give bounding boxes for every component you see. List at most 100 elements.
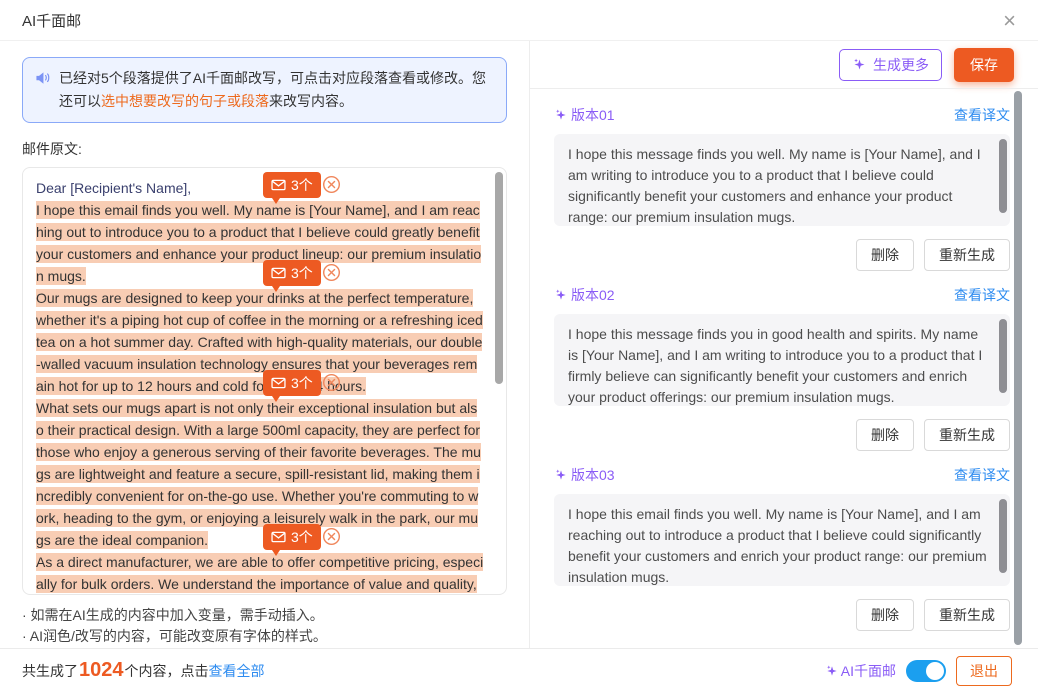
version-text-box[interactable]: I hope this email finds you well. My nam… — [554, 494, 1010, 586]
versions-panel-scrollbar[interactable] — [1014, 91, 1022, 645]
version-text: I hope this message finds you well. My n… — [568, 144, 988, 226]
generated-count: 1024 — [79, 659, 124, 682]
dismiss-badge-icon-4[interactable] — [322, 527, 341, 546]
highlighted-paragraph-2[interactable]: Our mugs are designed to keep your drink… — [36, 289, 483, 395]
version-text-box[interactable]: I hope this message finds you well. My n… — [554, 134, 1010, 226]
envelope-icon — [271, 377, 286, 389]
version-label-text: 版本03 — [571, 465, 615, 485]
version-card-head: 版本03 查看译文 — [554, 465, 1010, 485]
envelope-icon — [271, 531, 286, 543]
version-text: I hope this message finds you in good he… — [568, 324, 988, 406]
save-button[interactable]: 保存 — [954, 48, 1014, 82]
version-text: I hope this email finds you well. My nam… — [568, 504, 988, 586]
delete-button[interactable]: 删除 — [856, 599, 914, 631]
generated-summary: 共生成了 1024 个内容，点击 查看全部 — [22, 659, 265, 682]
original-email-viewer[interactable]: Dear [Recipient's Name], I hope this ema… — [22, 167, 507, 595]
view-translation-link[interactable]: 查看译文 — [954, 105, 1010, 125]
generated-prefix: 共生成了 — [22, 661, 78, 681]
email-scrollbar[interactable] — [495, 172, 503, 384]
ai-notice-text: 已经对5个段落提供了AI千面邮改写，可点击对应段落查看或修改。您还可以选中想要改… — [59, 67, 494, 113]
version-scrollbar[interactable] — [999, 499, 1007, 573]
original-email-label: 邮件原文: — [22, 139, 507, 159]
version-card-2: 版本02 查看译文 I hope this message finds you … — [554, 285, 1010, 451]
dismiss-badge-icon-3[interactable] — [322, 373, 341, 392]
view-all-link[interactable]: 查看全部 — [209, 661, 265, 681]
paragraph-versions-badge-1[interactable]: 3个 — [263, 172, 321, 198]
paragraph-versions-badge-4[interactable]: 3个 — [263, 524, 321, 550]
version-label: 版本03 — [554, 465, 615, 485]
notice-text-highlight[interactable]: 选中想要改写的句子或段落 — [101, 93, 269, 109]
versions-actions: 生成更多 保存 — [530, 41, 1038, 88]
generate-more-label: 生成更多 — [873, 55, 929, 75]
dialog-body: 已经对5个段落提供了AI千面邮改写，可点击对应段落查看或修改。您还可以选中想要改… — [0, 41, 1038, 648]
version-card-buttons: 删除 重新生成 — [554, 419, 1010, 451]
delete-button[interactable]: 删除 — [856, 419, 914, 451]
email-paragraph[interactable]: I hope this email finds you well. My nam… — [36, 199, 484, 287]
highlighted-paragraph-1[interactable]: I hope this email finds you well. My nam… — [36, 201, 481, 285]
ai-notice-banner: 已经对5个段落提供了AI千面邮改写，可点击对应段落查看或修改。您还可以选中想要改… — [22, 57, 507, 123]
version-card-3: 版本03 查看译文 I hope this email finds you we… — [554, 465, 1010, 631]
highlighted-paragraph-4[interactable]: As a direct manufacturer, we are able to… — [36, 553, 483, 595]
badge-count-label: 3个 — [291, 373, 313, 393]
regenerate-button[interactable]: 重新生成 — [924, 419, 1010, 451]
sparkle-icon — [554, 468, 568, 482]
sparkle-icon — [554, 108, 568, 122]
version-card-1: 版本01 查看译文 I hope this message finds you … — [554, 105, 1010, 271]
ai-brand-label: AI千面邮 — [825, 661, 896, 681]
version-scrollbar[interactable] — [999, 319, 1007, 393]
dismiss-badge-icon-2[interactable] — [322, 263, 341, 282]
versions-panel: 生成更多 保存 版本01 查看译文 I hope this message — [530, 41, 1038, 648]
view-translation-link[interactable]: 查看译文 — [954, 465, 1010, 485]
toggle-knob — [926, 662, 944, 680]
dialog-header: AI千面邮 × — [0, 0, 1038, 41]
original-email-text: Dear [Recipient's Name], I hope this ema… — [36, 177, 484, 595]
dialog-footer: 共生成了 1024 个内容，点击 查看全部 AI千面邮 退出 — [0, 648, 1038, 692]
tip-note-2: · AI润色/改写的内容，可能改变原有字体的样式。 — [22, 626, 507, 647]
footer-controls: AI千面邮 退出 — [825, 656, 1012, 686]
version-card-buttons: 删除 重新生成 — [554, 239, 1010, 271]
version-label-text: 版本01 — [571, 105, 615, 125]
announcement-speaker-icon — [35, 71, 51, 113]
sparkle-icon — [825, 664, 839, 678]
paragraph-versions-badge-2[interactable]: 3个 — [263, 260, 321, 286]
envelope-icon — [271, 267, 286, 279]
email-paragraph[interactable]: What sets our mugs apart is not only the… — [36, 397, 484, 551]
email-paragraph[interactable]: Our mugs are designed to keep your drink… — [36, 287, 484, 397]
close-icon[interactable]: × — [997, 8, 1022, 34]
generated-suffix: 个内容，点击 — [125, 661, 209, 681]
version-text-box[interactable]: I hope this message finds you in good he… — [554, 314, 1010, 406]
ai-brand-text: AI千面邮 — [841, 661, 896, 681]
version-label: 版本02 — [554, 285, 615, 305]
version-label: 版本01 — [554, 105, 615, 125]
tip-note-1: · 如需在AI生成的内容中加入变量，需手动插入。 — [22, 605, 507, 626]
highlighted-paragraph-3[interactable]: What sets our mugs apart is not only the… — [36, 399, 481, 549]
version-label-text: 版本02 — [571, 285, 615, 305]
email-salutation: Dear [Recipient's Name], — [36, 177, 484, 199]
generate-more-button[interactable]: 生成更多 — [839, 49, 942, 81]
paragraph-versions-badge-3[interactable]: 3个 — [263, 370, 321, 396]
ai-feature-toggle[interactable] — [906, 660, 946, 682]
version-card-head: 版本01 查看译文 — [554, 105, 1010, 125]
badge-count-label: 3个 — [291, 263, 313, 283]
notice-text-after: 来改写内容。 — [269, 93, 353, 109]
versions-list: 版本01 查看译文 I hope this message finds you … — [530, 88, 1038, 648]
view-translation-link[interactable]: 查看译文 — [954, 285, 1010, 305]
email-paragraph[interactable]: As a direct manufacturer, we are able to… — [36, 551, 484, 595]
original-email-panel: 已经对5个段落提供了AI千面邮改写，可点击对应段落查看或修改。您还可以选中想要改… — [0, 41, 530, 648]
envelope-icon — [271, 179, 286, 191]
regenerate-button[interactable]: 重新生成 — [924, 599, 1010, 631]
dialog-title: AI千面邮 — [22, 10, 81, 31]
badge-count-label: 3个 — [291, 175, 313, 195]
delete-button[interactable]: 删除 — [856, 239, 914, 271]
sparkle-icon — [852, 57, 867, 72]
tips-notes: · 如需在AI生成的内容中加入变量，需手动插入。 · AI润色/改写的内容，可能… — [22, 605, 507, 647]
regenerate-button[interactable]: 重新生成 — [924, 239, 1010, 271]
dismiss-badge-icon-1[interactable] — [322, 175, 341, 194]
sparkle-icon — [554, 288, 568, 302]
badge-count-label: 3个 — [291, 527, 313, 547]
ai-email-rewrite-dialog: AI千面邮 × 已经对5个段落提供了AI千面邮改写，可点击对应段落查看或修改。您… — [0, 0, 1038, 692]
exit-button[interactable]: 退出 — [956, 656, 1012, 686]
version-card-buttons: 删除 重新生成 — [554, 599, 1010, 631]
version-scrollbar[interactable] — [999, 139, 1007, 213]
version-card-head: 版本02 查看译文 — [554, 285, 1010, 305]
